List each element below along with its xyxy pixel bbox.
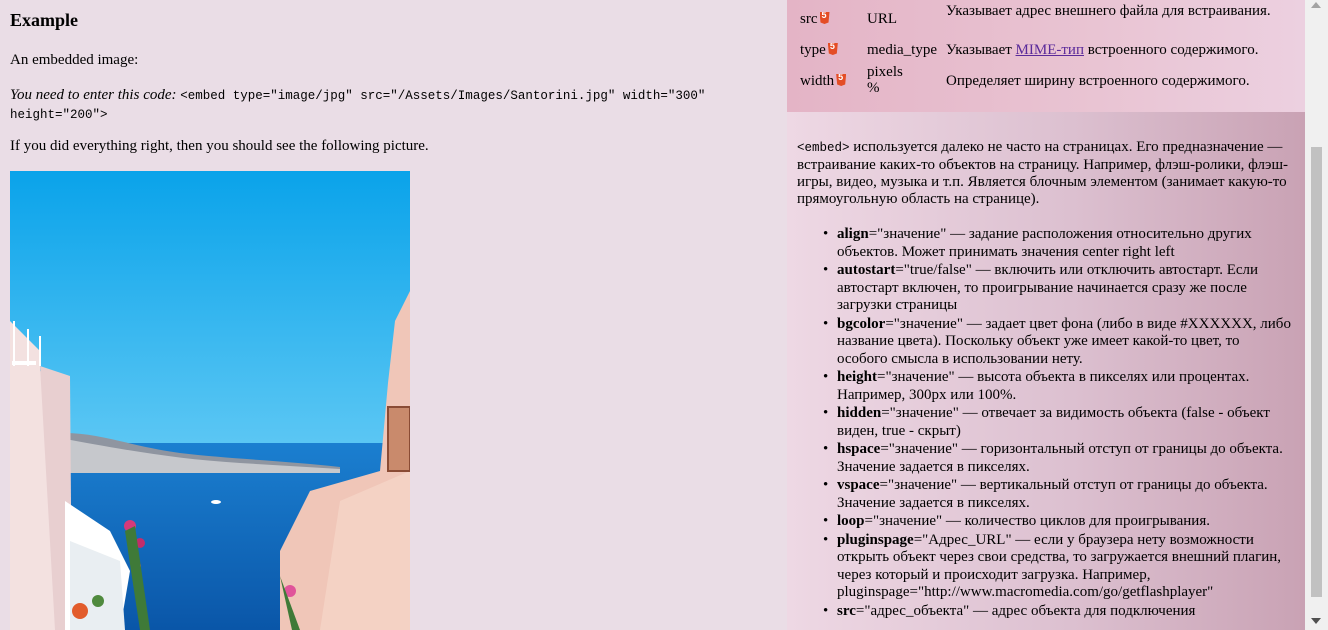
list-item: src="адрес_объекта" — адрес объекта для … [823, 603, 1292, 621]
attribute-value: URL [867, 11, 897, 27]
vertical-scrollbar[interactable] [1305, 0, 1328, 630]
list-item: vspace="значение" — вертикальный отступ … [823, 477, 1292, 512]
embedded-image-caption: An embedded image: [10, 52, 139, 68]
mime-type-link[interactable]: MIME-тип [1016, 42, 1084, 58]
scroll-down-arrow-icon[interactable] [1311, 618, 1321, 624]
list-item: pluginspage="Адрес_URL" — если у браузер… [823, 532, 1292, 602]
list-item: align="значение" — задание расположения … [823, 226, 1292, 261]
attribute-description: Указывает MIME-тип встроенного содержимо… [946, 42, 1259, 58]
list-item: bgcolor="значение" — задает цвет фона (л… [823, 316, 1292, 369]
list-item: hspace="значение" — горизонтальный отсту… [823, 441, 1292, 476]
scroll-up-arrow-icon[interactable] [1311, 2, 1321, 8]
attributes-table: src URL Указывает адрес внешнего файла д… [787, 0, 1305, 112]
instruction-label: You need to enter this code: [10, 87, 177, 103]
embed-description: <embed> используется далеко не часто на … [787, 112, 1305, 630]
list-item: height="значение" — высота объекта в пик… [823, 369, 1292, 404]
html5-icon [827, 43, 838, 55]
example-pane: Example An embedded image: You need to e… [0, 0, 787, 630]
embed-tag-code: <embed> [797, 141, 850, 155]
html5-icon [819, 12, 830, 24]
attribute-name: width [800, 73, 847, 90]
list-item: hidden="значение" — отвечает за видимост… [823, 405, 1292, 440]
list-item: autostart="true/false" — включить или от… [823, 262, 1292, 315]
example-title: Example [10, 10, 79, 30]
attributes-list: align="значение" — задание расположения … [823, 226, 1292, 621]
attribute-name: type [800, 42, 838, 59]
attribute-name: src [800, 11, 830, 28]
list-item: loop="значение" — количество циклов для … [823, 513, 1292, 531]
reference-pane: src URL Указывает адрес внешнего файла д… [787, 0, 1305, 630]
result-paragraph: If you did everything right, then you sh… [10, 138, 429, 154]
attribute-value: media_type [867, 42, 937, 58]
scrollbar-thumb[interactable] [1311, 147, 1322, 597]
html5-icon [836, 74, 847, 86]
description-intro: <embed> используется далеко не часто на … [797, 139, 1288, 207]
instruction-paragraph: You need to enter this code: <embed type… [10, 86, 730, 124]
attribute-value: pixels % [867, 64, 903, 96]
attribute-description: Определяет ширину встроенного содержимог… [946, 73, 1250, 89]
attribute-description: Указывает адрес внешнего файла для встра… [946, 3, 1271, 19]
santorini-image [10, 171, 410, 630]
